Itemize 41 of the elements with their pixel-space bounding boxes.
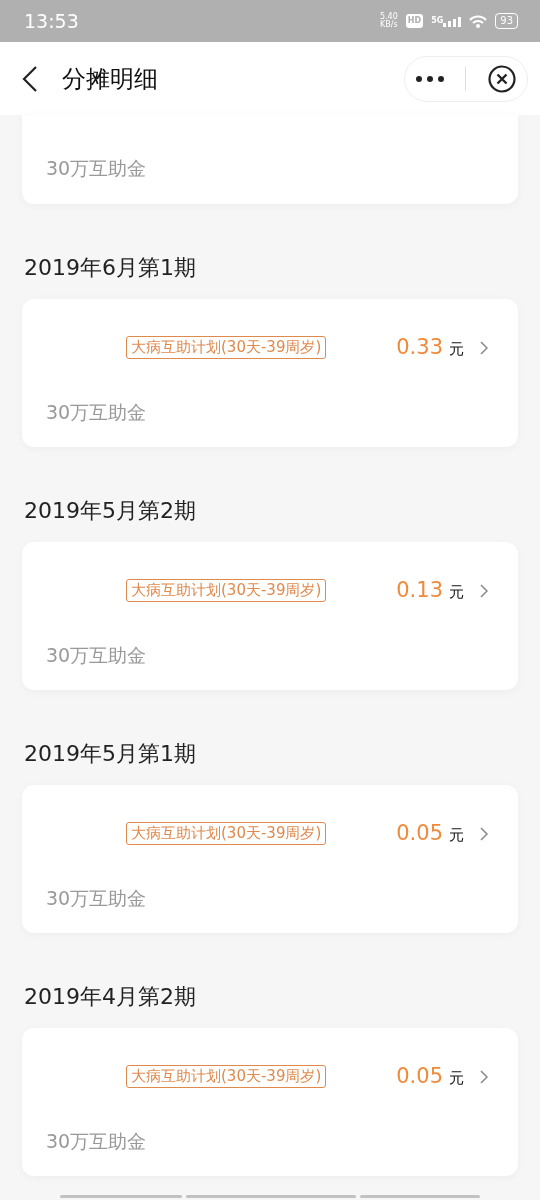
speed-unit: KB/s [379,21,398,29]
network-type: 5G [431,15,444,27]
more-icon[interactable] [415,75,444,82]
plan-tag: 大病互助计划(30天-39周岁) [126,822,327,846]
status-time: 13:53 [24,8,79,34]
page-title: 分摊明细 [62,63,158,95]
coverage-note: 30万互助金 [46,642,148,668]
detail-card[interactable]: 大病互助计划(30天-39周岁) 0.33 元 30万互助金 [22,299,518,447]
period-title: 2019年4月第2期 [24,983,197,1011]
period-title: 2019年6月第1期 [24,254,197,282]
chevron-icon [480,340,488,355]
battery-level: 93 [495,13,518,29]
detail-card[interactable]: 大病互助计划(30天-39周岁) 0.05 元 30万互助金 [22,785,518,933]
chevron-icon [480,826,488,841]
chevron-icon [480,1069,488,1084]
wifi-icon [469,14,488,28]
coverage-note: 30万互助金 [46,156,148,181]
detail-card[interactable]: 大病互助计划(30天-39周岁) 0.05 元 30万互助金 [22,1028,518,1176]
coverage-note: 30万互助金 [46,885,148,911]
period-title: 2019年5月第2期 [24,497,197,525]
detail-card[interactable]: 大病互助计划(30天-39周岁) 0.13 元 30万互助金 [22,542,518,690]
currency-unit: 元 [449,582,464,603]
period-title: 2019年5月第1期 [24,740,197,768]
plan-tag: 大病互助计划(30天-39周岁) [126,1065,327,1089]
plan-tag: 大病互助计划(30天-39周岁) [126,579,327,603]
close-icon[interactable] [488,64,517,93]
amount: 0.33 [396,334,443,361]
network-speed: 5.40 [379,13,398,21]
amount: 0.13 [396,577,443,604]
plan-tag: 大病互助计划(30天-39周岁) [126,336,327,360]
signal-icon [443,17,462,27]
coverage-note: 30万互助金 [46,1128,148,1154]
currency-unit: 元 [449,339,464,360]
amount: 0.05 [396,820,443,847]
chevron-icon [480,583,488,598]
back-icon[interactable] [22,65,38,92]
currency-unit: 元 [449,1068,464,1089]
currency-unit: 元 [449,825,464,846]
hd-badge: HD [405,14,424,28]
amount: 0.05 [396,1063,443,1090]
coverage-note: 30万互助金 [46,399,148,425]
